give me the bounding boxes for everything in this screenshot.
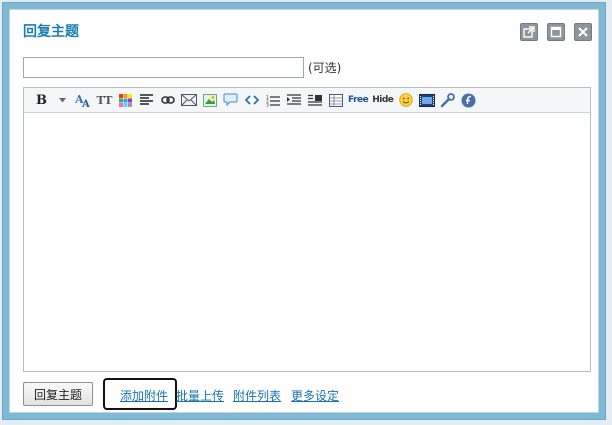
editor-content-area[interactable] <box>24 113 590 371</box>
align-icon <box>140 94 153 105</box>
dialog-footer: 回复主题 添加附件 批量上传 附件列表 更多设定 <box>23 378 593 410</box>
code-button[interactable] <box>242 91 261 110</box>
tools-icon <box>441 92 456 107</box>
indent-button[interactable] <box>284 91 303 110</box>
svg-text:A: A <box>81 99 90 108</box>
color-palette-button[interactable] <box>116 91 135 110</box>
free-button[interactable]: Free <box>347 91 369 110</box>
bold-button[interactable]: B <box>32 91 51 110</box>
editor-toolbar: B A A TT 1 2 3 Free Hide <box>24 88 590 113</box>
code-icon <box>244 95 259 105</box>
reply-submit-button[interactable]: 回复主题 <box>23 382 93 406</box>
flash-button[interactable] <box>459 91 478 110</box>
attachment-list-link[interactable]: 附件列表 <box>233 388 281 404</box>
subject-input[interactable] <box>23 57 304 78</box>
rich-text-editor: B A A TT 1 2 3 Free Hide <box>23 87 591 372</box>
dialog-title: 回复主题 <box>23 24 79 40</box>
add-attachment-link[interactable]: 添加附件 <box>120 388 168 404</box>
bulk-upload-link[interactable]: 批量上传 <box>176 388 224 404</box>
image-button[interactable] <box>200 91 219 110</box>
free-icon: Free <box>348 95 369 105</box>
smiley-button[interactable] <box>396 91 415 110</box>
image-icon <box>202 93 217 107</box>
align-button[interactable] <box>137 91 156 110</box>
popout-icon <box>523 26 535 38</box>
media-button[interactable] <box>417 91 436 110</box>
ordered-list-button[interactable]: 1 2 3 <box>263 91 282 110</box>
quote-icon <box>223 93 238 107</box>
close-icon <box>578 27 588 37</box>
color-palette-icon <box>119 93 132 107</box>
optional-label: (可选) <box>308 61 342 75</box>
hide-icon: Hide <box>372 95 394 105</box>
email-button[interactable] <box>179 91 198 110</box>
table-button[interactable] <box>326 91 345 110</box>
dialog-body: 回复主题 (可选) B A A TT 1 2 3 Free Hide 回复主题 … <box>9 9 599 413</box>
link-icon <box>160 96 175 104</box>
window-controls <box>520 23 592 41</box>
quote-button[interactable] <box>221 91 240 110</box>
font-dropdown-icon <box>59 97 66 102</box>
maximize-icon <box>550 26 562 38</box>
font-size-icon: TT <box>96 93 113 107</box>
media-icon <box>418 93 435 107</box>
maximize-button[interactable] <box>547 23 565 41</box>
link-button[interactable] <box>158 91 177 110</box>
indent-icon <box>286 94 301 105</box>
ordered-list-icon: 1 2 3 <box>266 94 280 107</box>
float-button[interactable] <box>305 91 324 110</box>
more-settings-link[interactable]: 更多设定 <box>291 388 339 404</box>
popout-button[interactable] <box>520 23 538 41</box>
float-icon <box>307 94 322 106</box>
bold-icon: B <box>36 92 47 108</box>
svg-text:3: 3 <box>266 102 269 107</box>
font-size-button[interactable]: TT <box>95 91 114 110</box>
hide-button[interactable]: Hide <box>371 91 394 110</box>
font-color-button[interactable]: A A <box>74 91 93 110</box>
reply-dialog: 回复主题 (可选) B A A TT 1 2 3 Free Hide 回复主题 … <box>2 2 606 420</box>
flash-icon <box>461 93 476 107</box>
font-dropdown-button[interactable] <box>53 91 72 110</box>
smiley-icon <box>399 93 413 107</box>
close-button[interactable] <box>574 23 592 41</box>
font-color-icon: A A <box>75 93 90 108</box>
email-icon <box>180 94 197 106</box>
table-icon <box>328 93 343 107</box>
tools-button[interactable] <box>438 91 457 110</box>
